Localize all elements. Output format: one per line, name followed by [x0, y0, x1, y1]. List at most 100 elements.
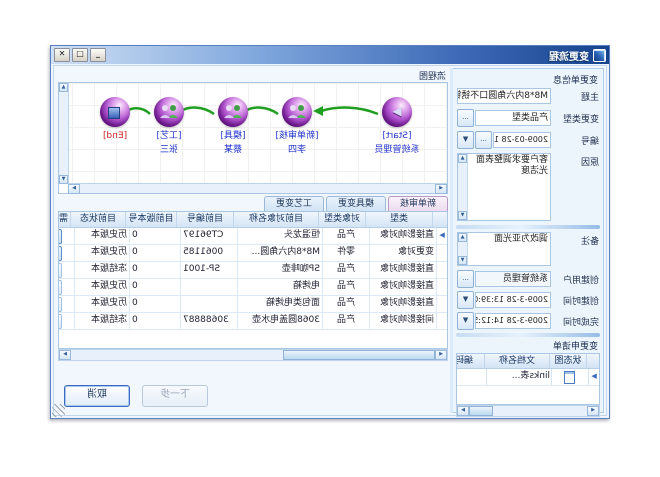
- create-user-label: 创建用户: [551, 273, 599, 286]
- tab-mold-change[interactable]: 模具变更: [326, 196, 386, 212]
- scroll-down-icon[interactable]: ▼: [458, 211, 467, 220]
- create-user-field-row: 创建用户 系统管理员 ...: [457, 270, 599, 288]
- scroll-down-icon[interactable]: ▼: [458, 256, 467, 265]
- next-button[interactable]: 下一步: [142, 385, 208, 407]
- row-selector-icon[interactable]: ▶: [436, 228, 447, 244]
- flow-hscrollbar[interactable]: ◀ ▶: [68, 183, 447, 193]
- scroll-up-icon[interactable]: ▲: [458, 233, 467, 242]
- subject-field-row: 主题 M8*8内六角圆口不锈钢: [457, 87, 599, 105]
- type-cell: 间接影响对象: [369, 313, 436, 329]
- flow-node-start[interactable]: ▶ [Start] 系统管理员: [355, 97, 439, 155]
- upgrade-checkbox[interactable]: ✓: [58, 246, 63, 261]
- object-type-cell: 产品: [322, 279, 369, 295]
- create-time-input[interactable]: 2009-3-28 13:39:01: [475, 292, 551, 308]
- people-icon: [287, 104, 307, 119]
- upgrade-checkbox[interactable]: [58, 280, 63, 295]
- reason-textarea[interactable]: 客户要求调整表面光洁度 ▲ ▼: [457, 153, 551, 221]
- finish-time-input[interactable]: 2009-3-28 14:12:50: [475, 313, 551, 329]
- finish-time-dropdown-icon[interactable]: ▼: [457, 312, 474, 330]
- number-dropdown-icon[interactable]: ▼: [457, 131, 474, 149]
- titlebar[interactable]: 变更流程 _ □ ✕: [51, 46, 609, 64]
- remark-label: 备注: [551, 232, 599, 247]
- flow-caption: 流程图: [419, 69, 446, 82]
- col-object-type[interactable]: 对象类型: [318, 212, 365, 227]
- upgrade-checkbox[interactable]: [58, 263, 63, 278]
- tab-new-order-review[interactable]: 新单审核: [388, 196, 448, 212]
- table-row[interactable]: 直接影响对象 产品 电烤箱 0 历史版本: [59, 279, 447, 296]
- window-title: 变更流程: [106, 48, 589, 63]
- maximize-icon[interactable]: □: [72, 48, 88, 62]
- scroll-left-icon[interactable]: ◀: [435, 184, 447, 194]
- upgrade-checkbox[interactable]: [58, 314, 63, 329]
- object-type-cell: 产品: [322, 228, 369, 244]
- reason-text: 客户要求调整表面光洁度: [476, 155, 548, 176]
- status-cell: 冻结版本: [74, 262, 129, 278]
- col-status-icon[interactable]: 状态图: [549, 354, 586, 368]
- subject-input[interactable]: M8*8内六角圆口不锈钢: [457, 88, 551, 104]
- code-cell: [180, 279, 237, 295]
- col-type[interactable]: 类型: [365, 212, 432, 227]
- tab-process-change[interactable]: 工艺变更: [264, 196, 324, 212]
- col-need-upgrade[interactable]: 需要升级: [58, 212, 70, 227]
- scroll-left-icon[interactable]: ◀: [435, 350, 447, 360]
- number-browse-button[interactable]: ...: [475, 131, 492, 149]
- reason-scrollbar[interactable]: ▲ ▼: [458, 154, 468, 220]
- window-controls: _ □ ✕: [54, 48, 106, 62]
- create-user-input[interactable]: 系统管理员: [475, 271, 551, 287]
- table-row[interactable]: 直接影响对象 产品 面包类电烤箱 0 历史版本: [59, 296, 447, 313]
- scroll-right-icon[interactable]: ▶: [68, 184, 80, 194]
- table-hscrollbar[interactable]: ◀ ▶: [58, 349, 448, 361]
- task-node-icon: [282, 97, 312, 127]
- table-row[interactable]: 直接影响对象 产品 SP咖啡壶 SP-1001 0 冻结版本 SP-10: [59, 262, 447, 279]
- type-cell: 直接影响对象: [369, 228, 436, 244]
- col-current-version[interactable]: 目前版本号: [125, 212, 176, 227]
- create-time-dropdown-icon[interactable]: ▼: [457, 291, 474, 309]
- minimize-icon[interactable]: _: [90, 48, 106, 62]
- doc-name-cell: links表...: [486, 369, 551, 385]
- upgrade-checkbox[interactable]: ✓: [58, 229, 63, 244]
- col-code[interactable]: 编码: [456, 354, 484, 368]
- hscroll-thumb[interactable]: [469, 406, 493, 416]
- create-time-label: 创建时间: [551, 294, 599, 307]
- table-row[interactable]: 间接影响对象 产品 3068圆盖电水壶 30688887 0 冻结版本: [59, 313, 447, 330]
- number-label: 编号: [551, 134, 599, 147]
- col-doc-name[interactable]: 文档名称: [484, 354, 549, 368]
- row-selector-icon[interactable]: ▶: [588, 369, 599, 385]
- remark-text: 调改为亚光面: [494, 234, 548, 244]
- create-user-browse-button[interactable]: ...: [457, 270, 474, 288]
- remark-textarea[interactable]: 调改为亚光面 ▲ ▼: [457, 232, 551, 266]
- hscroll-thumb[interactable]: [283, 350, 435, 360]
- panel-splitter[interactable]: [450, 68, 453, 413]
- change-type-browse-button[interactable]: ...: [457, 109, 474, 127]
- flow-node-end[interactable]: [End]: [73, 97, 157, 141]
- resize-grip[interactable]: [52, 404, 65, 417]
- scroll-right-icon[interactable]: ▶: [59, 350, 71, 360]
- scroll-up-icon[interactable]: ▲: [458, 154, 467, 163]
- col-current-code[interactable]: 目前编号: [176, 212, 233, 227]
- upgrade-checkbox[interactable]: [58, 297, 63, 312]
- request-table-hscrollbar[interactable]: ◀ ▶: [456, 405, 600, 417]
- name-cell: M8*8内六角圆...: [237, 245, 322, 261]
- scroll-right-icon[interactable]: ▶: [457, 406, 469, 416]
- task-node-icon: [218, 97, 248, 127]
- status-cell: 历史版本: [74, 296, 129, 312]
- scroll-left-icon[interactable]: ◀: [587, 406, 599, 416]
- col-current-status[interactable]: 目前状态: [70, 212, 125, 227]
- scroll-down-icon[interactable]: ▼: [59, 175, 68, 184]
- col-current-name[interactable]: 目前对象名称: [233, 212, 318, 227]
- number-input[interactable]: 2009-03-28 13:39:01: [493, 132, 551, 148]
- change-type-input[interactable]: 产品类型: [475, 110, 551, 126]
- request-doc-table: 状态图 文档名称 编码 ▶ links表... 暂: [456, 353, 600, 405]
- cancel-button[interactable]: 取消: [64, 385, 130, 407]
- remark-scrollbar[interactable]: ▲ ▼: [458, 233, 468, 265]
- people-icon: [223, 104, 243, 119]
- request-table-row[interactable]: ▶ links表... 暂: [457, 369, 599, 386]
- close-icon[interactable]: ✕: [54, 48, 70, 62]
- table-row[interactable]: 变更对象 零件 M8*8内六角圆... 0061185 0 历史版本 ✓ M8*…: [59, 245, 447, 262]
- reason-label: 原因: [551, 153, 599, 168]
- flow-canvas[interactable]: ▶ [Start] 系统管理员 [新单审核] 李四: [68, 83, 447, 184]
- scroll-up-icon[interactable]: ▲: [59, 83, 68, 92]
- flow-vscrollbar[interactable]: ▲ ▼: [59, 83, 69, 184]
- table-row[interactable]: ▶ 直接影响对象 产品 恒温龙头 CT96197 0 历史版本 ✓: [59, 228, 447, 245]
- code-cell: 0061185: [180, 245, 237, 261]
